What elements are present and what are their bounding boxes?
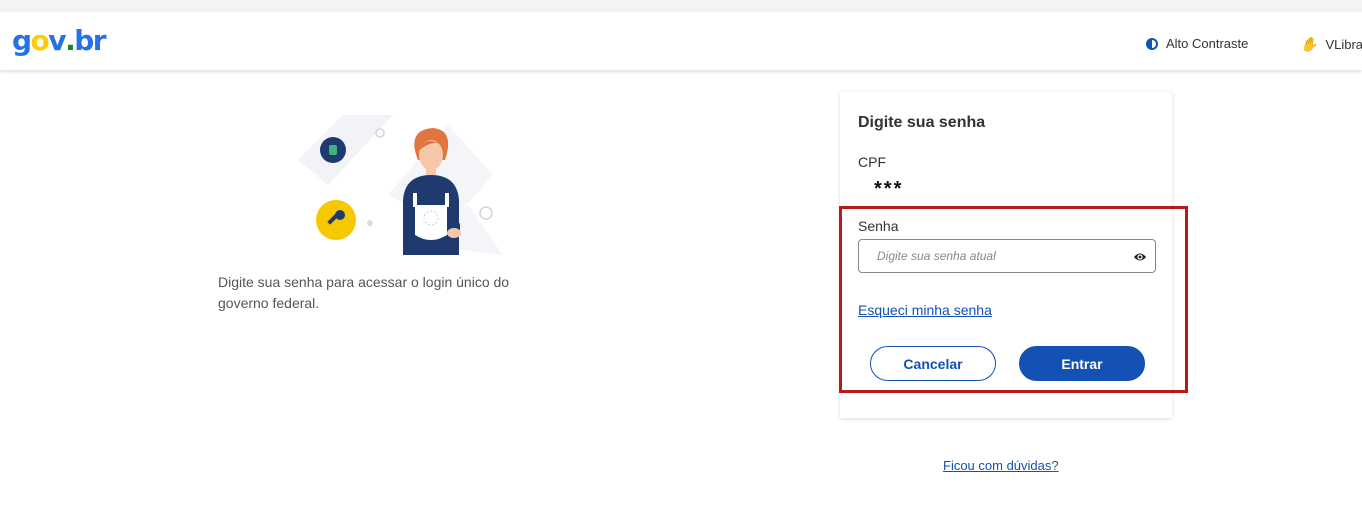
contrast-icon xyxy=(1146,37,1158,50)
lock-icon xyxy=(320,137,346,163)
logo-char: v xyxy=(48,24,66,57)
cpf-value: *** xyxy=(874,178,904,200)
logo-char: r xyxy=(92,24,107,57)
help-link[interactable]: Ficou com dúvidas? xyxy=(943,458,1059,473)
eye-icon[interactable] xyxy=(1133,250,1147,264)
browser-top-strip xyxy=(0,0,1362,12)
submit-button[interactable]: Entrar xyxy=(1019,346,1145,381)
logo-char: . xyxy=(65,24,76,57)
high-contrast-toggle[interactable]: Alto Contraste xyxy=(1146,36,1248,51)
password-field-wrapper xyxy=(858,239,1156,273)
vlibras-label: VLibras xyxy=(1325,37,1362,52)
login-illustration xyxy=(298,115,503,255)
vlibras-button[interactable]: ✋ VLibras xyxy=(1300,36,1362,53)
card-title: Digite sua senha xyxy=(858,114,986,131)
cpf-label: CPF xyxy=(858,154,886,170)
logo-char: g xyxy=(12,24,32,57)
cancel-button[interactable]: Cancelar xyxy=(870,346,996,381)
password-label: Senha xyxy=(858,218,899,234)
site-header: gov.br Alto Contraste ✋ VLibras xyxy=(0,12,1362,70)
forgot-password-link[interactable]: Esqueci minha senha xyxy=(858,302,992,318)
logo-char: b xyxy=(74,24,94,57)
key-icon xyxy=(316,200,356,240)
intro-description: Digite sua senha para acessar o login ún… xyxy=(218,274,510,311)
password-input[interactable] xyxy=(859,240,1137,272)
logo-char: o xyxy=(30,24,50,57)
govbr-logo[interactable]: gov.br xyxy=(12,24,107,57)
hand-icon: ✋ xyxy=(1300,36,1318,52)
high-contrast-label: Alto Contraste xyxy=(1166,36,1249,51)
